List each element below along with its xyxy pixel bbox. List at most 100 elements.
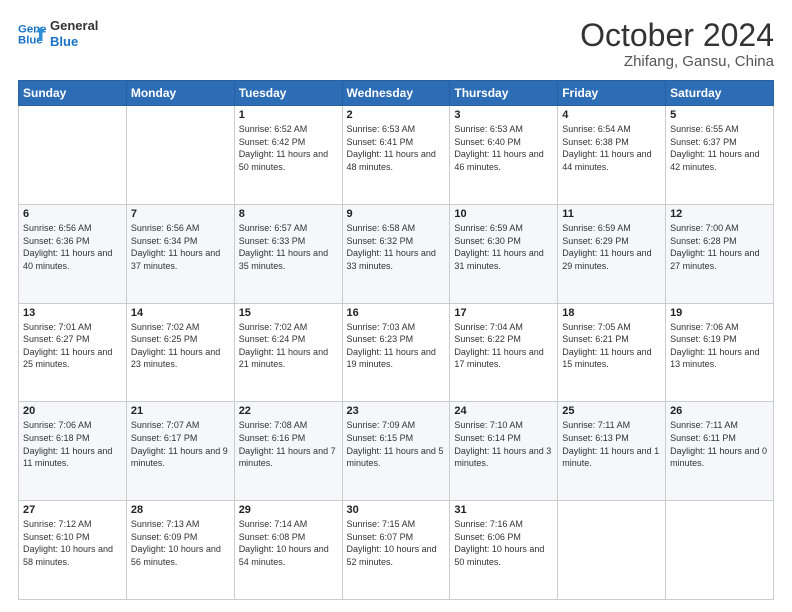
calendar-cell: 5 Sunrise: 6:55 AMSunset: 6:37 PMDaylight… <box>666 106 774 205</box>
cell-info: Sunrise: 7:13 AMSunset: 6:09 PMDaylight:… <box>131 518 230 568</box>
calendar-cell: 22 Sunrise: 7:08 AMSunset: 6:16 PMDayligh… <box>234 402 342 501</box>
calendar-cell: 19Sunrise: 7:06 AMSunset: 6:19 PMDayligh… <box>666 303 774 402</box>
calendar-cell: 13 Sunrise: 7:01 AMSunset: 6:27 PMDayligh… <box>19 303 127 402</box>
day-number: 24 <box>454 405 553 417</box>
cell-info: Sunrise: 6:53 AMSunset: 6:41 PMDaylight:… <box>347 123 446 173</box>
calendar-cell: 16 Sunrise: 7:03 AMSunset: 6:23 PMDayligh… <box>342 303 450 402</box>
cell-info: Sunrise: 7:12 AMSunset: 6:10 PMDaylight:… <box>23 518 122 568</box>
calendar-cell: 27 Sunrise: 7:12 AMSunset: 6:10 PMDayligh… <box>19 501 127 600</box>
cell-info: Sunrise: 6:59 AMSunset: 6:30 PMDaylight:… <box>454 222 553 272</box>
calendar-cell: 26 Sunrise: 7:11 AMSunset: 6:11 PMDayligh… <box>666 402 774 501</box>
day-number: 9 <box>347 208 446 220</box>
cell-info: Sunrise: 7:07 AMSunset: 6:17 PMDaylight:… <box>131 419 230 469</box>
calendar-cell: 21 Sunrise: 7:07 AMSunset: 6:17 PMDayligh… <box>126 402 234 501</box>
calendar-cell <box>558 501 666 600</box>
logo-icon: General Blue <box>18 20 46 48</box>
calendar-cell: 29 Sunrise: 7:14 AMSunset: 6:08 PMDayligh… <box>234 501 342 600</box>
header: General Blue General Blue October 2024 Z… <box>18 18 774 70</box>
cell-info: Sunrise: 7:02 AMSunset: 6:24 PMDaylight:… <box>239 321 338 371</box>
week-row-5: 27 Sunrise: 7:12 AMSunset: 6:10 PMDayligh… <box>19 501 774 600</box>
calendar-cell: 20 Sunrise: 7:06 AMSunset: 6:18 PMDayligh… <box>19 402 127 501</box>
week-row-2: 6 Sunrise: 6:56 AMSunset: 6:36 PMDaylight… <box>19 204 774 303</box>
cell-info: Sunrise: 6:56 AMSunset: 6:34 PMDaylight:… <box>131 222 230 272</box>
day-number: 4 <box>562 109 661 121</box>
calendar-cell: 12Sunrise: 7:00 AMSunset: 6:28 PMDayligh… <box>666 204 774 303</box>
calendar-cell <box>666 501 774 600</box>
day-header-wednesday: Wednesday <box>342 81 450 106</box>
day-number: 29 <box>239 504 338 516</box>
day-number: 15 <box>239 307 338 319</box>
calendar-cell: 10 Sunrise: 6:59 AMSunset: 6:30 PMDayligh… <box>450 204 558 303</box>
day-number: 19 <box>670 307 769 319</box>
calendar-cell: 4 Sunrise: 6:54 AMSunset: 6:38 PMDaylight… <box>558 106 666 205</box>
cell-info: Sunrise: 7:11 AMSunset: 6:13 PMDaylight:… <box>562 419 661 469</box>
cell-info: Sunrise: 6:52 AMSunset: 6:42 PMDaylight:… <box>239 123 338 173</box>
logo-line1: General <box>50 18 98 34</box>
cell-info: Sunrise: 7:01 AMSunset: 6:27 PMDaylight:… <box>23 321 122 371</box>
day-number: 27 <box>23 504 122 516</box>
calendar-cell: 15 Sunrise: 7:02 AMSunset: 6:24 PMDayligh… <box>234 303 342 402</box>
cell-info: Sunrise: 7:03 AMSunset: 6:23 PMDaylight:… <box>347 321 446 371</box>
calendar-table: SundayMondayTuesdayWednesdayThursdayFrid… <box>18 80 774 600</box>
day-number: 30 <box>347 504 446 516</box>
page: General Blue General Blue October 2024 Z… <box>0 0 792 612</box>
day-number: 7 <box>131 208 230 220</box>
day-number: 5 <box>670 109 769 121</box>
logo: General Blue General Blue <box>18 18 98 49</box>
day-number: 20 <box>23 405 122 417</box>
calendar-cell: 8Sunrise: 6:57 AMSunset: 6:33 PMDaylight… <box>234 204 342 303</box>
cell-info: Sunrise: 6:55 AMSunset: 6:37 PMDaylight:… <box>670 123 769 173</box>
cell-info: Sunrise: 7:16 AMSunset: 6:06 PMDaylight:… <box>454 518 553 568</box>
calendar-cell <box>19 106 127 205</box>
cell-info: Sunrise: 6:59 AMSunset: 6:29 PMDaylight:… <box>562 222 661 272</box>
day-number: 25 <box>562 405 661 417</box>
cell-info: Sunrise: 7:11 AMSunset: 6:11 PMDaylight:… <box>670 419 769 469</box>
day-number: 3 <box>454 109 553 121</box>
day-number: 28 <box>131 504 230 516</box>
day-number: 8 <box>239 208 338 220</box>
cell-info: Sunrise: 7:00 AMSunset: 6:28 PMDaylight:… <box>670 222 769 272</box>
week-row-3: 13 Sunrise: 7:01 AMSunset: 6:27 PMDayligh… <box>19 303 774 402</box>
calendar-cell <box>126 106 234 205</box>
cell-info: Sunrise: 7:06 AMSunset: 6:18 PMDaylight:… <box>23 419 122 469</box>
day-number: 13 <box>23 307 122 319</box>
cell-info: Sunrise: 6:54 AMSunset: 6:38 PMDaylight:… <box>562 123 661 173</box>
day-number: 14 <box>131 307 230 319</box>
calendar-cell: 31Sunrise: 7:16 AMSunset: 6:06 PMDayligh… <box>450 501 558 600</box>
calendar-cell: 3 Sunrise: 6:53 AMSunset: 6:40 PMDaylight… <box>450 106 558 205</box>
calendar-cell: 1Sunrise: 6:52 AMSunset: 6:42 PMDaylight… <box>234 106 342 205</box>
calendar-cell: 30 Sunrise: 7:15 AMSunset: 6:07 PMDayligh… <box>342 501 450 600</box>
calendar-cell: 23 Sunrise: 7:09 AMSunset: 6:15 PMDayligh… <box>342 402 450 501</box>
day-number: 16 <box>347 307 446 319</box>
calendar-cell: 9Sunrise: 6:58 AMSunset: 6:32 PMDaylight… <box>342 204 450 303</box>
week-row-1: 1Sunrise: 6:52 AMSunset: 6:42 PMDaylight… <box>19 106 774 205</box>
cell-info: Sunrise: 7:09 AMSunset: 6:15 PMDaylight:… <box>347 419 446 469</box>
cell-info: Sunrise: 6:53 AMSunset: 6:40 PMDaylight:… <box>454 123 553 173</box>
calendar-cell: 28 Sunrise: 7:13 AMSunset: 6:09 PMDayligh… <box>126 501 234 600</box>
day-number: 21 <box>131 405 230 417</box>
day-number: 17 <box>454 307 553 319</box>
location: Zhifang, Gansu, China <box>580 53 774 70</box>
day-number: 10 <box>454 208 553 220</box>
day-number: 23 <box>347 405 446 417</box>
calendar-cell: 25 Sunrise: 7:11 AMSunset: 6:13 PMDayligh… <box>558 402 666 501</box>
day-number: 22 <box>239 405 338 417</box>
svg-text:Blue: Blue <box>18 34 43 46</box>
cell-info: Sunrise: 7:05 AMSunset: 6:21 PMDaylight:… <box>562 321 661 371</box>
logo-line2: Blue <box>50 34 98 50</box>
calendar-cell: 11 Sunrise: 6:59 AMSunset: 6:29 PMDayligh… <box>558 204 666 303</box>
day-header-sunday: Sunday <box>19 81 127 106</box>
day-header-friday: Friday <box>558 81 666 106</box>
cell-info: Sunrise: 7:14 AMSunset: 6:08 PMDaylight:… <box>239 518 338 568</box>
cell-info: Sunrise: 7:08 AMSunset: 6:16 PMDaylight:… <box>239 419 338 469</box>
cell-info: Sunrise: 6:56 AMSunset: 6:36 PMDaylight:… <box>23 222 122 272</box>
day-number: 26 <box>670 405 769 417</box>
cell-info: Sunrise: 7:15 AMSunset: 6:07 PMDaylight:… <box>347 518 446 568</box>
day-number: 11 <box>562 208 661 220</box>
day-number: 18 <box>562 307 661 319</box>
day-number: 6 <box>23 208 122 220</box>
day-number: 2 <box>347 109 446 121</box>
calendar-cell: 18 Sunrise: 7:05 AMSunset: 6:21 PMDayligh… <box>558 303 666 402</box>
calendar-header-row: SundayMondayTuesdayWednesdayThursdayFrid… <box>19 81 774 106</box>
day-header-saturday: Saturday <box>666 81 774 106</box>
